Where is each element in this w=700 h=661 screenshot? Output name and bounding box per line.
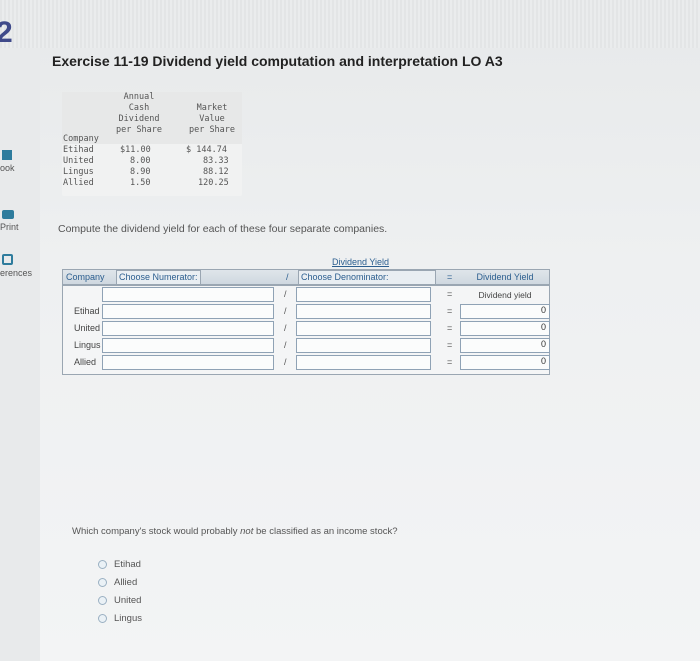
question-text: be classified as an income stock? bbox=[253, 526, 398, 537]
left-rail bbox=[0, 48, 40, 661]
radio-button[interactable] bbox=[98, 596, 107, 605]
rail-references-label: erences bbox=[0, 268, 33, 278]
question-emphasis: not bbox=[240, 526, 254, 537]
market-header-line: per Share bbox=[188, 125, 236, 135]
dividend-header-line: per Share bbox=[115, 125, 163, 135]
denominator-input[interactable] bbox=[296, 338, 431, 353]
option-label: Allied bbox=[114, 577, 138, 588]
division-sign: / bbox=[284, 357, 287, 367]
option-label: United bbox=[114, 595, 142, 606]
result-header: Dividend Yield bbox=[476, 272, 534, 282]
division-sign: / bbox=[284, 340, 287, 350]
data-dividend: 8.90 bbox=[130, 167, 151, 177]
worksheet-row: / = bbox=[62, 286, 550, 303]
data-company: United bbox=[63, 156, 94, 166]
data-market: $ 144.74 bbox=[186, 145, 227, 155]
equals-sign: = bbox=[447, 289, 453, 299]
market-header: Market Value per Share bbox=[184, 103, 240, 136]
equals-sign: = bbox=[447, 306, 453, 316]
row-company: Lingus bbox=[74, 340, 101, 350]
numerator-input[interactable] bbox=[102, 287, 274, 302]
radio-button[interactable] bbox=[98, 560, 107, 569]
data-dividend: 1.50 bbox=[130, 178, 151, 188]
given-data-table: Annual Cash Dividend per Share Market Va… bbox=[62, 92, 242, 196]
exercise-title: Exercise 11-19 Dividend yield computatio… bbox=[52, 53, 503, 69]
top-band bbox=[0, 0, 700, 48]
worksheet-row: Allied / = 0 bbox=[62, 354, 550, 371]
data-market: 88.12 bbox=[203, 167, 229, 177]
yield-result: 0 bbox=[460, 304, 550, 319]
printer-icon bbox=[2, 210, 14, 219]
division-sign: / bbox=[284, 306, 287, 316]
dividend-header-line: Cash bbox=[128, 103, 150, 113]
dividend-yield-worksheet: Dividend Yield Company Choose Numerator:… bbox=[62, 255, 550, 375]
question-text: Which company's stock would probably bbox=[72, 526, 241, 537]
denominator-header: Choose Denominator: bbox=[298, 270, 436, 285]
dividend-header-line: Annual bbox=[123, 92, 155, 102]
radio-button[interactable] bbox=[98, 614, 107, 623]
worksheet-row: Etihad / = 0 bbox=[62, 303, 550, 320]
rail-print-button[interactable]: Print bbox=[0, 210, 40, 232]
company-header: Company bbox=[63, 134, 99, 144]
market-header-line: Market bbox=[196, 103, 228, 113]
data-company: Lingus bbox=[63, 167, 94, 177]
worksheet-row: United / = 0 bbox=[62, 320, 550, 337]
worksheet-company-header: Company bbox=[66, 272, 105, 282]
rail-ebook-button[interactable]: ook bbox=[0, 150, 40, 173]
equals-sign: = bbox=[447, 323, 453, 333]
row-company: Allied bbox=[74, 357, 97, 367]
denominator-input[interactable] bbox=[296, 321, 431, 336]
option-label: Lingus bbox=[114, 613, 142, 624]
instruction-text: Compute the dividend yield for each of t… bbox=[58, 223, 388, 235]
denominator-input[interactable] bbox=[296, 355, 431, 370]
question-number: 2 bbox=[0, 16, 13, 49]
worksheet-row: Lingus / = 0 bbox=[62, 337, 550, 354]
book-icon bbox=[2, 150, 12, 160]
numerator-input[interactable] bbox=[102, 355, 274, 370]
denominator-input[interactable] bbox=[296, 304, 431, 319]
data-row: Allied 1.50 120.25 bbox=[62, 178, 242, 189]
division-sign: / bbox=[284, 289, 287, 299]
market-header-line: Value bbox=[199, 114, 225, 124]
data-company: Etihad bbox=[63, 145, 94, 155]
data-company: Allied bbox=[63, 178, 94, 188]
rail-ebook-label: ook bbox=[0, 163, 15, 173]
data-row: Etihad $11.00 $ 144.74 bbox=[62, 145, 242, 156]
data-market: 120.25 bbox=[198, 178, 229, 188]
row-company: United bbox=[74, 323, 101, 333]
dividend-header: Annual Cash Dividend per Share bbox=[112, 92, 166, 136]
dividend-yield-caption: Dividend Yield bbox=[332, 257, 390, 267]
data-market: 83.33 bbox=[203, 156, 229, 166]
denominator-input[interactable] bbox=[296, 287, 431, 302]
radio-button[interactable] bbox=[98, 578, 107, 587]
yield-result: 0 bbox=[460, 338, 550, 353]
yield-result: 0 bbox=[460, 321, 550, 336]
numerator-input[interactable] bbox=[102, 321, 274, 336]
data-dividend: 8.00 bbox=[130, 156, 151, 166]
numerator-input[interactable] bbox=[102, 338, 274, 353]
data-row: Lingus 8.90 88.12 bbox=[62, 167, 242, 178]
dividend-header-line: Dividend bbox=[118, 114, 160, 124]
numerator-input[interactable] bbox=[102, 304, 274, 319]
equals-sign: = bbox=[447, 340, 453, 350]
data-row: United 8.00 83.33 bbox=[62, 156, 242, 167]
references-icon bbox=[2, 254, 13, 265]
rail-references-button[interactable]: erences bbox=[0, 254, 40, 278]
income-stock-question: Which company's stock would probably not… bbox=[72, 526, 398, 537]
equals-header: = bbox=[447, 272, 453, 282]
data-dividend: $11.00 bbox=[120, 145, 151, 155]
equals-sign: = bbox=[447, 357, 453, 367]
option-label: Etihad bbox=[114, 559, 141, 570]
rail-print-label: Print bbox=[0, 222, 19, 232]
yield-result: 0 bbox=[460, 355, 550, 370]
numerator-header: Choose Numerator: bbox=[116, 270, 201, 285]
division-header: / bbox=[286, 272, 289, 282]
division-sign: / bbox=[284, 323, 287, 333]
row-company: Etihad bbox=[74, 306, 100, 316]
